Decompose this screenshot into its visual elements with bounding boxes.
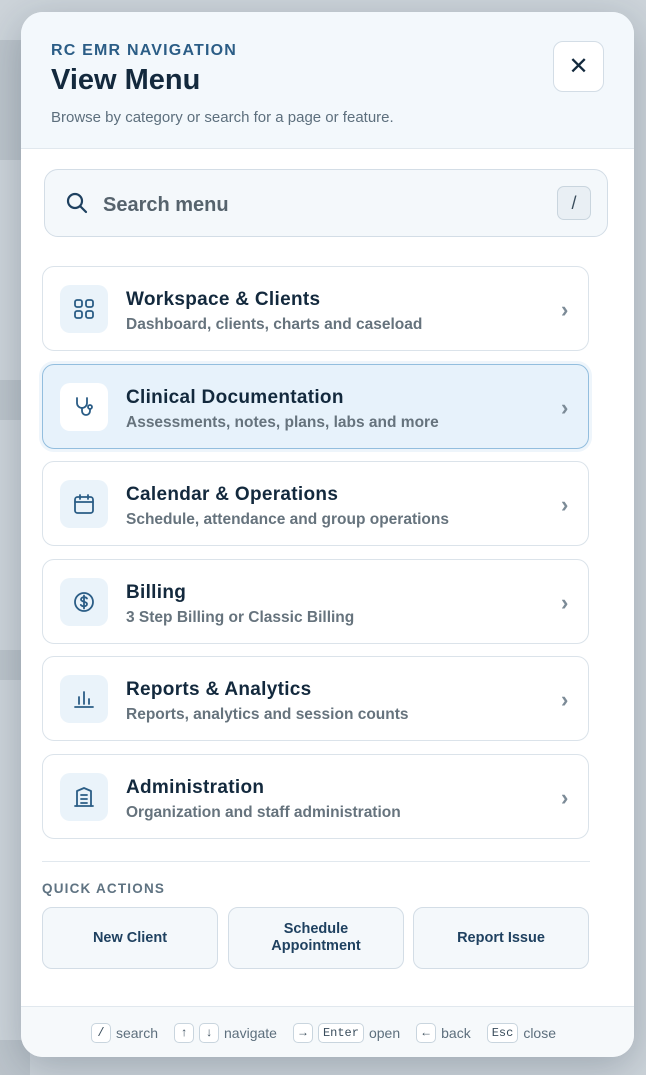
bar-chart-icon	[60, 675, 108, 723]
building-icon	[60, 773, 108, 821]
key-escape: Esc	[486, 1022, 519, 1043]
category-title: Clinical Documentation	[126, 387, 344, 408]
chevron-right-icon: ›	[561, 297, 569, 322]
key-slash: /	[90, 1022, 111, 1043]
schedule-appointment-button[interactable]: Schedule Appointment	[228, 907, 404, 969]
key-arrow-right: →	[292, 1022, 313, 1043]
chevron-right-icon: ›	[561, 590, 569, 615]
grid-icon	[60, 285, 108, 333]
chevron-right-icon: ›	[561, 687, 569, 712]
category-title: Calendar & Operations	[126, 484, 339, 505]
search-shortcut-key: /	[557, 186, 591, 220]
category-reports-analytics[interactable]: Reports & Analytics Reports, analytics a…	[42, 656, 589, 741]
search-input[interactable]	[101, 188, 505, 222]
keyboard-hints-footer: / search ↑ ↓ navigate → Enter open ← bac…	[21, 1006, 634, 1057]
app-eyebrow: RC EMR NAVIGATION	[51, 42, 238, 59]
hint-label: back	[441, 1024, 471, 1041]
schedule-appointment-label: Schedule Appointment	[271, 921, 361, 954]
category-calendar-operations[interactable]: Calendar & Operations Schedule, attendan…	[42, 461, 589, 546]
category-description: Organization and staff administration	[126, 804, 401, 821]
search-box: /	[44, 169, 608, 237]
category-administration[interactable]: Administration Organization and staff ad…	[42, 754, 589, 839]
hint-back: ← back	[416, 1022, 471, 1043]
category-workspace-clients[interactable]: Workspace & Clients Dashboard, clients, …	[42, 266, 589, 351]
dialog-header: RC EMR NAVIGATION View Menu Browse by ca…	[21, 12, 634, 149]
category-title: Administration	[126, 777, 265, 798]
search-icon	[66, 192, 88, 214]
category-title: Workspace & Clients	[126, 289, 321, 310]
dollar-icon	[60, 578, 108, 626]
hint-close: Esc close	[486, 1022, 556, 1043]
category-description: Dashboard, clients, charts and caseload	[126, 316, 423, 333]
category-description: Reports, analytics and session counts	[126, 706, 409, 723]
close-button[interactable]: ✕	[553, 41, 604, 92]
category-clinical-documentation[interactable]: Clinical Documentation Assessments, note…	[42, 364, 589, 449]
chevron-right-icon: ›	[561, 492, 569, 517]
view-menu-dialog: RC EMR NAVIGATION View Menu Browse by ca…	[21, 12, 634, 1057]
chevron-right-icon: ›	[561, 785, 569, 810]
quick-actions-label: QUICK ACTIONS	[42, 881, 166, 896]
hint-label: open	[368, 1024, 401, 1041]
calendar-icon	[60, 480, 108, 528]
chevron-right-icon: ›	[561, 395, 569, 420]
new-client-button[interactable]: New Client	[42, 907, 218, 969]
hint-open: → Enter open	[292, 1022, 401, 1043]
key-enter: Enter	[317, 1022, 364, 1043]
category-billing[interactable]: Billing 3 Step Billing or Classic Billin…	[42, 559, 589, 644]
category-title: Reports & Analytics	[126, 679, 312, 700]
key-arrow-up: ↑	[174, 1022, 195, 1043]
report-issue-button[interactable]: Report Issue	[413, 907, 589, 969]
category-title: Billing	[126, 582, 187, 603]
dialog-title: View Menu	[51, 64, 201, 96]
dialog-subtitle: Browse by category or search for a page …	[51, 109, 394, 126]
section-divider	[42, 861, 590, 862]
hint-label: navigate	[224, 1024, 277, 1041]
hint-label: search	[115, 1024, 159, 1041]
category-description: Schedule, attendance and group operation…	[126, 511, 449, 528]
key-arrow-left: ←	[416, 1022, 437, 1043]
close-icon: ✕	[568, 53, 589, 80]
stethoscope-icon	[60, 383, 108, 431]
key-arrow-down: ↓	[199, 1022, 220, 1043]
category-description: Assessments, notes, plans, labs and more	[126, 414, 439, 431]
category-description: 3 Step Billing or Classic Billing	[126, 609, 355, 626]
hint-navigate: ↑ ↓ navigate	[174, 1022, 277, 1043]
hint-search: / search	[90, 1022, 159, 1043]
hint-label: close	[523, 1024, 556, 1041]
